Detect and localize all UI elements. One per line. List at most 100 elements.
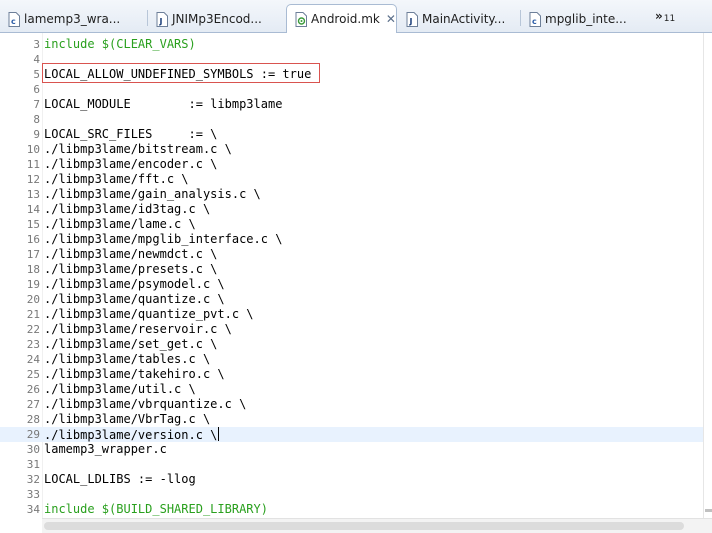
tab-label: Android.mk [311, 12, 380, 26]
code-token: ./libmp3lame/VbrTag.c \ [44, 412, 211, 426]
line-number: 23 [26, 338, 40, 351]
line-number: 8 [33, 113, 40, 126]
code-line[interactable]: 25 ./libmp3lame/takehiro.c \ [0, 367, 703, 382]
code-line[interactable]: 3 include $(CLEAR_VARS) [0, 37, 703, 52]
code-line[interactable]: 4 [0, 52, 703, 67]
line-number: 32 [26, 473, 40, 486]
code-line[interactable]: 28 ./libmp3lame/VbrTag.c \ [0, 412, 703, 427]
line-text: ./libmp3lame/set_get.c \ [44, 337, 217, 352]
code-line[interactable]: 9 LOCAL_SRC_FILES := \ [0, 127, 703, 142]
line-number: 5 [33, 68, 40, 81]
code-token: ./libmp3lame/set_get.c \ [44, 337, 218, 351]
code-line[interactable]: 18 ./libmp3lame/presets.c \ [0, 262, 703, 277]
code-line[interactable]: 20 ./libmp3lame/quantize.c \ [0, 292, 703, 307]
code-token: $(CLEAR_VARS) [94, 37, 196, 51]
code-line[interactable]: 27 ./libmp3lame/vbrquantize.c \ [0, 397, 703, 412]
line-text: ./libmp3lame/mpglib_interface.c \ [44, 232, 282, 247]
code-line[interactable]: 22 ./libmp3lame/reservoir.c \ [0, 322, 703, 337]
code-line[interactable]: 21 ./libmp3lame/quantize_pvt.c \ [0, 307, 703, 322]
line-text: ./libmp3lame/gain_analysis.c \ [44, 187, 261, 202]
code-line[interactable]: 16 ./libmp3lame/mpglib_interface.c \ [0, 232, 703, 247]
code-line[interactable]: 12 ./libmp3lame/fft.c \ [0, 172, 703, 187]
code-line[interactable]: 11 ./libmp3lame/encoder.c \ [0, 157, 703, 172]
code-line[interactable]: 7 LOCAL_MODULE := libmp3lame [0, 97, 703, 112]
tab-overflow-button[interactable]: » 11 [655, 9, 675, 24]
line-number: 21 [26, 308, 40, 321]
line-text: ./libmp3lame/quantize_pvt.c \ [44, 307, 254, 322]
line-number: 12 [26, 173, 40, 186]
code-line[interactable]: 30 lamemp3_wrapper.c [0, 442, 703, 457]
line-text: ./libmp3lame/reservoir.c \ [44, 322, 232, 337]
text-caret [218, 427, 220, 441]
line-text: ./libmp3lame/encoder.c \ [44, 157, 217, 172]
line-number: 10 [26, 143, 40, 156]
tab-android-mk[interactable]: Android.mk ✕ [286, 4, 397, 33]
code-line[interactable]: 24 ./libmp3lame/tables.c \ [0, 352, 703, 367]
line-text: ./libmp3lame/fft.c \ [44, 172, 189, 187]
line-number: 13 [26, 188, 40, 201]
line-text: ./libmp3lame/presets.c \ [44, 262, 217, 277]
line-number: 3 [33, 38, 40, 51]
line-text: LOCAL_ALLOW_UNDEFINED_SYMBOLS := true [44, 67, 311, 82]
code-line[interactable]: 33 [0, 487, 703, 502]
line-number: 28 [26, 413, 40, 426]
code-token: ./libmp3lame/takehiro.c \ [44, 367, 225, 381]
code-line[interactable]: 32 LOCAL_LDLIBS := -llog [0, 472, 703, 487]
code-token: ./libmp3lame/gain_analysis.c \ [44, 187, 261, 201]
tab-jnimp3encoder[interactable]: J JNIMp3Encod... [148, 6, 285, 32]
code-token: ./libmp3lame/mpglib_interface.c \ [44, 232, 283, 246]
line-text: ./libmp3lame/takehiro.c \ [44, 367, 225, 382]
code-line[interactable]: 34 include $(BUILD_SHARED_LIBRARY) [0, 502, 703, 517]
line-number: 9 [33, 128, 40, 141]
line-number: 33 [26, 488, 40, 501]
code-line[interactable]: 10 ./libmp3lame/bitstream.c \ [0, 142, 703, 157]
code-token: LOCAL_MODULE := libmp3lame [44, 97, 283, 111]
code-line[interactable]: 17 ./libmp3lame/newmdct.c \ [0, 247, 703, 262]
line-text: ./libmp3lame/lame.c \ [44, 217, 196, 232]
code-token: ./libmp3lame/bitstream.c \ [44, 142, 232, 156]
tab-mpglib-interface[interactable]: c mpglib_inte... [521, 6, 651, 32]
code-line[interactable]: 26 ./libmp3lame/util.c \ [0, 382, 703, 397]
code-token: ./libmp3lame/fft.c \ [44, 172, 189, 186]
code-token: ./libmp3lame/tables.c \ [44, 352, 211, 366]
close-icon[interactable]: ✕ [386, 13, 396, 25]
code-line[interactable]: 5 LOCAL_ALLOW_UNDEFINED_SYMBOLS := true [0, 67, 703, 82]
line-number: 4 [33, 53, 40, 66]
code-lines[interactable]: 3 include $(CLEAR_VARS) 4 5 LOCAL_ALLOW_UNDE… [0, 37, 703, 517]
overview-ruler[interactable] [703, 33, 712, 518]
code-line[interactable]: 23 ./libmp3lame/set_get.c \ [0, 337, 703, 352]
code-token: LOCAL_LDLIBS := -llog [44, 472, 196, 486]
tab-lamemp3-wrapper[interactable]: c lamemp3_wra... [0, 6, 147, 32]
line-text: ./libmp3lame/vbrquantize.c \ [44, 397, 246, 412]
code-token: lamemp3_wrapper.c [44, 442, 167, 456]
line-text: include $(CLEAR_VARS) [44, 37, 196, 52]
code-line[interactable]: 13 ./libmp3lame/gain_analysis.c \ [0, 187, 703, 202]
code-line[interactable]: 14 ./libmp3lame/id3tag.c \ [0, 202, 703, 217]
line-number: 6 [33, 83, 40, 96]
code-line[interactable]: 31 [0, 457, 703, 472]
chevron-double-right-icon: » [655, 9, 663, 23]
line-text: LOCAL_MODULE := libmp3lame [44, 97, 282, 112]
scrollbar-thumb[interactable] [44, 522, 684, 530]
code-line[interactable]: 8 [0, 112, 703, 127]
code-line[interactable]: 6 [0, 82, 703, 97]
svg-text:J: J [409, 17, 413, 26]
code-token: ./libmp3lame/id3tag.c \ [44, 202, 211, 216]
code-token: $(BUILD_SHARED_LIBRARY) [94, 502, 268, 516]
line-number: 30 [26, 443, 40, 456]
code-line[interactable]: 15 ./libmp3lame/lame.c \ [0, 217, 703, 232]
code-token: LOCAL_ALLOW_UNDEFINED_SYMBOLS := true [44, 67, 312, 81]
line-number: 34 [26, 503, 40, 516]
tab-mainactivity[interactable]: J MainActivity... [398, 6, 520, 32]
line-text: ./libmp3lame/VbrTag.c \ [44, 412, 210, 427]
c-file-icon: c [529, 11, 541, 27]
code-line[interactable]: 19 ./libmp3lame/psymodel.c \ [0, 277, 703, 292]
line-number: 20 [26, 293, 40, 306]
code-line[interactable]: 29 ./libmp3lame/version.c \ [0, 427, 703, 442]
code-editor[interactable]: 3 include $(CLEAR_VARS) 4 5 LOCAL_ALLOW_UNDE… [0, 33, 712, 533]
tab-label: lamemp3_wra... [24, 12, 121, 26]
tab-label: JNIMp3Encod... [172, 12, 262, 26]
eclipse-editor-window: c lamemp3_wra... J JNIMp3Encod... Androi… [0, 0, 712, 533]
line-text: ./libmp3lame/util.c \ [44, 382, 196, 397]
horizontal-scrollbar[interactable] [42, 518, 712, 533]
